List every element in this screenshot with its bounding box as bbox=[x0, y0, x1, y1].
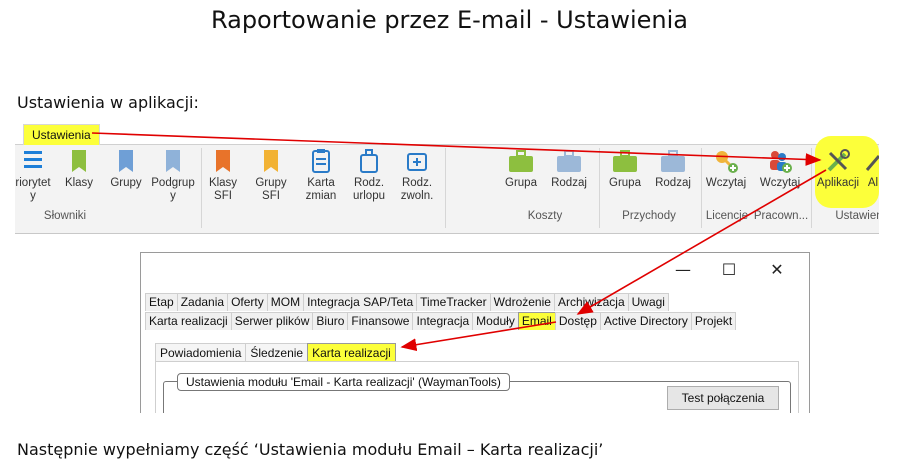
subtab-sledzenie[interactable]: Śledzenie bbox=[245, 343, 309, 362]
tab-dostep[interactable]: Dostęp bbox=[554, 312, 601, 330]
intro-text: Ustawienia w aplikacji: bbox=[17, 93, 199, 112]
minimize-button[interactable]: — bbox=[661, 257, 705, 283]
page-title: Raportowanie przez E-mail - Ustawienia bbox=[210, 6, 689, 34]
klasy-button[interactable]: Klasy bbox=[59, 148, 99, 190]
briefcase-icon bbox=[613, 150, 637, 172]
bookmark-icon bbox=[166, 150, 180, 172]
briefcase-icon bbox=[509, 150, 533, 172]
test-connection-button[interactable]: Test połączenia bbox=[667, 386, 779, 410]
tools-icon bbox=[827, 149, 850, 172]
tab-timetracker[interactable]: TimeTracker bbox=[416, 293, 491, 311]
separator bbox=[701, 148, 702, 228]
ribbon-screenshot: Ustawienia riorytet y Klasy Grupy Podgru… bbox=[15, 120, 879, 234]
tab-projekt[interactable]: Projekt bbox=[690, 312, 737, 330]
przychody-grupa-button[interactable]: Grupa bbox=[605, 148, 645, 190]
tab-ustawienia[interactable]: Ustawienia bbox=[23, 124, 100, 145]
tab-row-1: Etap Zadania Oferty MOM Integracja SAP/Teta T… bbox=[145, 291, 669, 311]
rodz-urlopu-button[interactable]: Rodz. urlopu bbox=[348, 148, 390, 203]
karta-zmian-button[interactable]: Karta zmian bbox=[300, 148, 342, 203]
tab-karta-realizacji[interactable]: Karta realizacji bbox=[145, 312, 232, 330]
tab-finansowe[interactable]: Finansowe bbox=[347, 312, 414, 330]
bookmark-icon bbox=[216, 150, 230, 172]
tab-integracja[interactable]: Integracja bbox=[412, 312, 474, 330]
key-icon bbox=[716, 151, 738, 173]
group-label-przychody: Przychody bbox=[622, 210, 676, 222]
briefcase-icon bbox=[661, 150, 685, 172]
przychody-rodzaj-button[interactable]: Rodzaj bbox=[651, 148, 695, 190]
aplikacji-button[interactable]: Aplikacji bbox=[815, 148, 861, 190]
group-label-ustawienia: Ustawien bbox=[835, 210, 879, 222]
settings-dialog: — ☐ ✕ Etap Zadania Oferty MOM Integracja SAP… bbox=[140, 252, 810, 413]
tab-serwer-plikow[interactable]: Serwer plików bbox=[230, 312, 314, 330]
koszty-grupa-button[interactable]: Grupa bbox=[501, 148, 541, 190]
grupy-sfi-button[interactable]: Grupy SFI bbox=[251, 148, 291, 203]
group-label-slowniki: Słowniki bbox=[43, 210, 87, 222]
priorytety-button[interactable]: riorytet y bbox=[15, 148, 57, 203]
ribbon-tabbar: Ustawienia bbox=[15, 120, 879, 145]
group-label-koszty: Koszty bbox=[527, 210, 563, 222]
separator bbox=[599, 148, 600, 228]
tab-uwagi[interactable]: Uwagi bbox=[627, 293, 669, 311]
tab-etap[interactable]: Etap bbox=[145, 293, 178, 311]
subtab-powiadomienia[interactable]: Powiadomienia bbox=[155, 343, 247, 362]
group-label-licencje: Licencje bbox=[705, 210, 749, 222]
subtab-row: Powiadomienia Śledzenie Karta realizacji bbox=[155, 342, 396, 362]
al-button[interactable]: Al bbox=[863, 148, 879, 190]
tab-mom[interactable]: MOM bbox=[266, 293, 305, 311]
bookmark-icon bbox=[72, 150, 86, 172]
maximize-button[interactable]: ☐ bbox=[707, 257, 751, 283]
tab-wdrozenie[interactable]: Wdrożenie bbox=[489, 293, 555, 311]
subtab-karta-realizacji[interactable]: Karta realizacji bbox=[307, 343, 396, 362]
separator bbox=[445, 148, 446, 228]
tab-integracja-sap[interactable]: Integracja SAP/Teta bbox=[303, 293, 418, 311]
tab-zadania[interactable]: Zadania bbox=[176, 293, 229, 311]
tools-icon bbox=[865, 155, 879, 171]
tab-oferty[interactable]: Oferty bbox=[227, 293, 268, 311]
podgrupy-button[interactable]: Podgrup y bbox=[149, 148, 197, 203]
close-button[interactable]: ✕ bbox=[755, 257, 799, 283]
medical-kit-icon bbox=[407, 153, 427, 171]
groupbox-title: Ustawienia modułu 'Email - Karta realiza… bbox=[177, 373, 510, 391]
tab-archiwizacja[interactable]: Archiwizacja bbox=[553, 293, 629, 311]
suitcase-icon bbox=[360, 149, 378, 173]
bookmark-icon bbox=[119, 150, 133, 172]
separator bbox=[811, 148, 812, 228]
briefcase-icon bbox=[557, 150, 581, 172]
user-add-icon bbox=[770, 151, 792, 173]
rodz-zwoln-button[interactable]: Rodz. zwoln. bbox=[395, 148, 439, 203]
clipboard-icon bbox=[312, 149, 330, 173]
bookmark-icon bbox=[264, 150, 278, 172]
list-icon bbox=[24, 151, 42, 168]
wczytaj-licencje-button[interactable]: Wczytaj bbox=[703, 148, 749, 190]
tab-biuro[interactable]: Biuro bbox=[312, 312, 349, 330]
tab-email[interactable]: Email bbox=[517, 312, 556, 330]
wczytaj-pracownicy-button[interactable]: Wczytaj bbox=[757, 148, 803, 190]
separator bbox=[201, 148, 202, 228]
koszty-rodzaj-button[interactable]: Rodzaj bbox=[547, 148, 591, 190]
grupy-button[interactable]: Grupy bbox=[106, 148, 146, 190]
footer-text: Następnie wypełniamy część ‘Ustawienia m… bbox=[17, 440, 604, 459]
tab-active-directory[interactable]: Active Directory bbox=[599, 312, 692, 330]
group-label-pracownicy: Pracown... bbox=[753, 210, 809, 222]
tab-moduly[interactable]: Moduły bbox=[472, 312, 519, 330]
klasy-sfi-button[interactable]: Klasy SFI bbox=[203, 148, 243, 203]
tab-row-2: Karta realizacji Serwer plików Biuro Finans… bbox=[145, 310, 737, 330]
